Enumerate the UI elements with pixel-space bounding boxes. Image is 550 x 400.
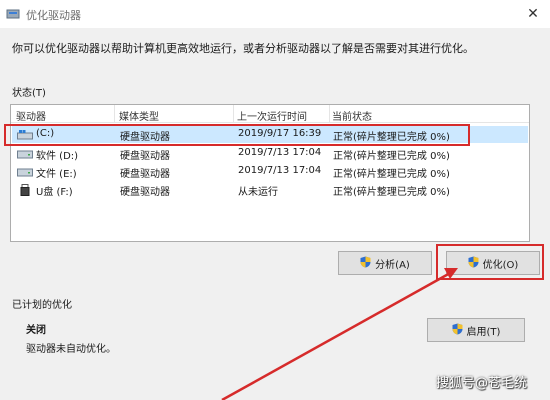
- watermark-text: 搜狐号@苍毛统: [436, 376, 528, 391]
- annotation-arrow: [221, 268, 458, 400]
